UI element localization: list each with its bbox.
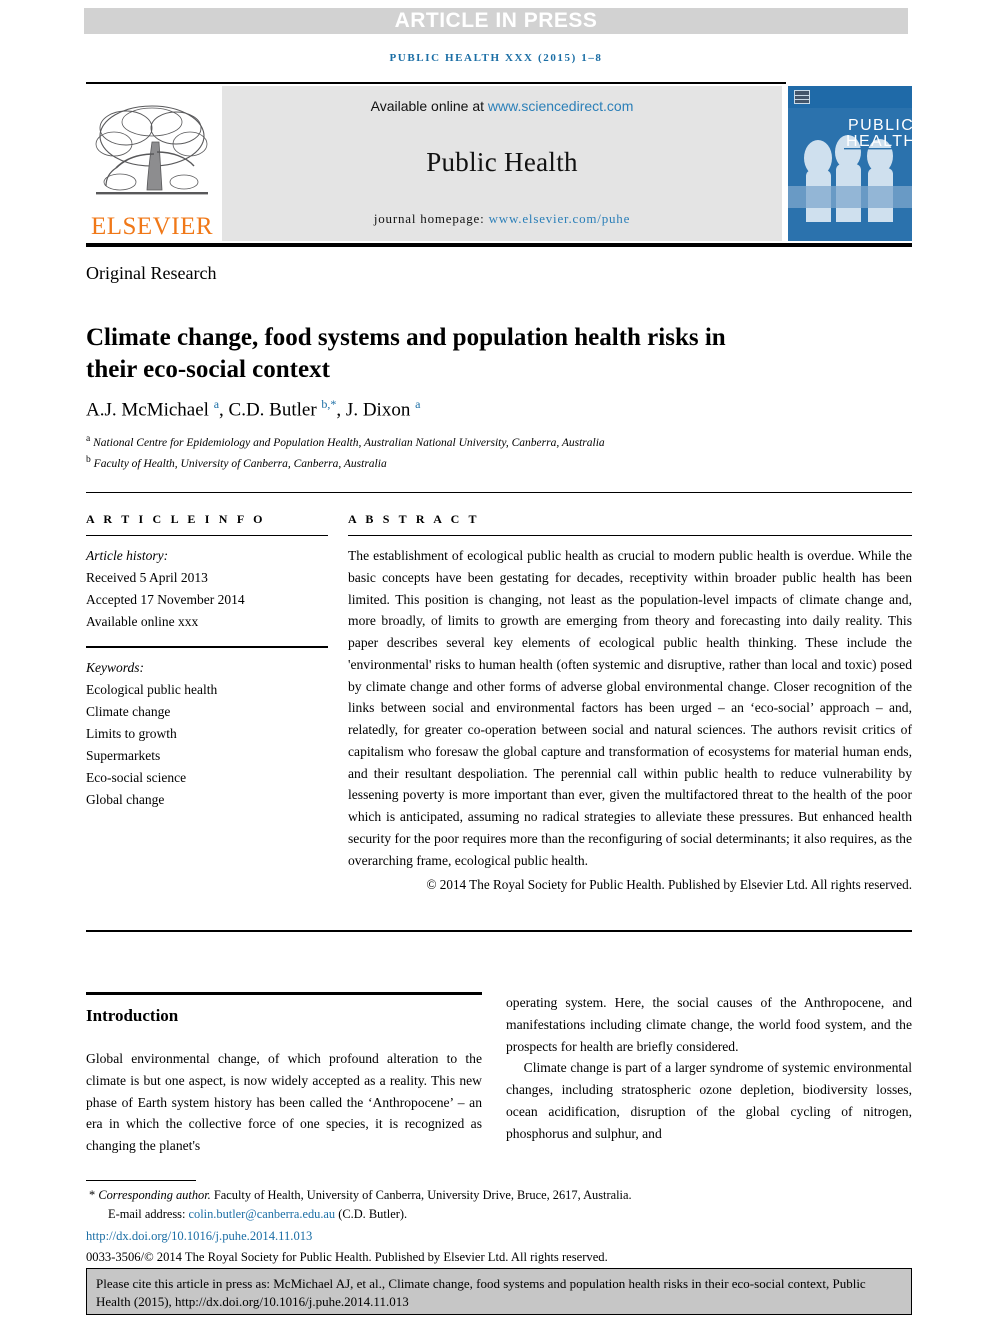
cite-this-article-text: Please cite this article in press as: Mc… — [96, 1276, 866, 1310]
masthead-bottom-rule — [86, 243, 912, 247]
abstract-column: A B S T R A C T The establishment of eco… — [348, 512, 912, 895]
svg-text:PUBLIC: PUBLIC — [848, 117, 912, 134]
keyword-item: Supermarkets — [86, 747, 161, 763]
introduction-paragraph-2: Climate change is part of a larger syndr… — [506, 1060, 912, 1141]
author-list: A.J. McMichael a, C.D. Butler b,*, J. Di… — [86, 397, 421, 421]
svg-text:HEALTH: HEALTH — [846, 133, 912, 150]
available-online-line: Available online at www.sciencedirect.co… — [371, 98, 634, 114]
article-in-press-banner: ARTICLE IN PRESS — [84, 8, 908, 34]
article-received-date: Received 5 April 2013 — [86, 569, 208, 585]
affiliation-a-text: National Centre for Epidemiology and Pop… — [93, 436, 605, 449]
introduction-rule — [86, 992, 482, 995]
corresponding-author-label: Corresponding author. — [98, 1188, 211, 1202]
masthead-top-rule — [86, 82, 786, 84]
issn-copyright-line: 0033-3506/© 2014 The Royal Society for P… — [86, 1249, 608, 1264]
abstract-heading: A B S T R A C T — [348, 512, 480, 526]
elsevier-tree-icon — [95, 105, 208, 195]
section-kind-label: Original Research — [86, 263, 217, 283]
journal-homepage-line: journal homepage: www.elsevier.com/puhe — [374, 211, 630, 227]
keywords-label: Keywords: — [86, 660, 144, 676]
journal-masthead: ELSEVIER Available online at www.science… — [86, 86, 912, 241]
available-online-prefix: Available online at — [370, 98, 488, 114]
abstract-text: The establishment of ecological public h… — [348, 548, 912, 868]
elsevier-logo: ELSEVIER — [86, 86, 218, 241]
corresponding-author-address: Faculty of Health, University of Canberr… — [210, 1188, 632, 1202]
doi-link[interactable]: http://dx.doi.org/10.1016/j.puhe.2014.11… — [86, 1227, 912, 1246]
elsevier-wordmark: ELSEVIER — [90, 213, 214, 240]
email-note: E-mail address: colin.butler@canberra.ed… — [86, 1205, 912, 1224]
footnote-separator-rule — [86, 1180, 196, 1181]
article-accepted-date: Accepted 17 November 2014 — [86, 591, 245, 607]
footnote-block: * Corresponding author. Faculty of Healt… — [86, 1186, 912, 1267]
abstract-block-top-rule — [86, 492, 912, 493]
introduction-paragraph-continued: operating system. Here, the social cause… — [506, 995, 912, 1054]
journal-cover-image: PUBLIC HEALTH — [788, 86, 912, 241]
email-link[interactable]: colin.butler@canberra.edu.au — [189, 1207, 336, 1221]
page-title: Climate change, food systems and populat… — [86, 323, 726, 383]
abstract-divider — [348, 535, 912, 536]
affiliation-b: b Faculty of Health, University of Canbe… — [86, 453, 387, 470]
journal-band: Available online at www.sciencedirect.co… — [222, 86, 782, 241]
affiliation-a: a National Centre for Epidemiology and P… — [86, 433, 605, 449]
affiliation-list: a National Centre for Epidemiology and P… — [86, 432, 886, 473]
body-column-right: operating system. Here, the social cause… — [506, 992, 912, 1144]
article-info-divider — [86, 535, 328, 536]
keyword-item: Ecological public health — [86, 682, 218, 698]
introduction-heading: Introduction — [86, 1006, 179, 1025]
keyword-item: Global change — [86, 791, 165, 807]
article-in-press-label: ARTICLE IN PRESS — [394, 9, 598, 32]
sciencedirect-link[interactable]: www.sciencedirect.com — [488, 98, 634, 114]
article-info-heading: A R T I C L E I N F O — [86, 512, 266, 526]
keywords-divider — [86, 646, 328, 649]
article-available-online: Available online xxx — [86, 613, 199, 629]
journal-title: Public Health — [426, 147, 578, 177]
corresponding-author-note: * Corresponding author. Faculty of Healt… — [86, 1186, 912, 1205]
article-history-label: Article history: — [86, 548, 169, 563]
running-head: PUBLIC HEALTH XXX (2015) 1–8 — [389, 52, 603, 64]
affiliation-b-text: Faculty of Health, University of Canberr… — [93, 457, 387, 470]
keyword-item: Eco-social science — [86, 769, 187, 785]
journal-homepage-link[interactable]: www.elsevier.com/puhe — [489, 211, 631, 226]
email-suffix: (C.D. Butler). — [335, 1206, 408, 1221]
journal-cover-thumbnail: PUBLIC HEALTH — [788, 86, 912, 241]
abstract-block-bottom-rule — [86, 930, 912, 932]
body-column-left: Introduction Global environmental change… — [86, 992, 482, 1157]
corresponding-author-marker: * — [89, 1188, 96, 1202]
introduction-paragraph-1: Global environmental change, of which pr… — [86, 1051, 482, 1153]
keyword-item: Limits to growth — [86, 726, 177, 742]
abstract-copyright: © 2014 The Royal Society for Public Heal… — [426, 877, 912, 893]
email-label: E-mail address: — [108, 1206, 189, 1221]
homepage-prefix: journal homepage: — [373, 211, 489, 226]
keyword-item: Climate change — [86, 704, 171, 720]
article-info-column: A R T I C L E I N F O Article history: R… — [86, 512, 328, 810]
cite-this-article-box: Please cite this article in press as: Mc… — [86, 1268, 912, 1315]
